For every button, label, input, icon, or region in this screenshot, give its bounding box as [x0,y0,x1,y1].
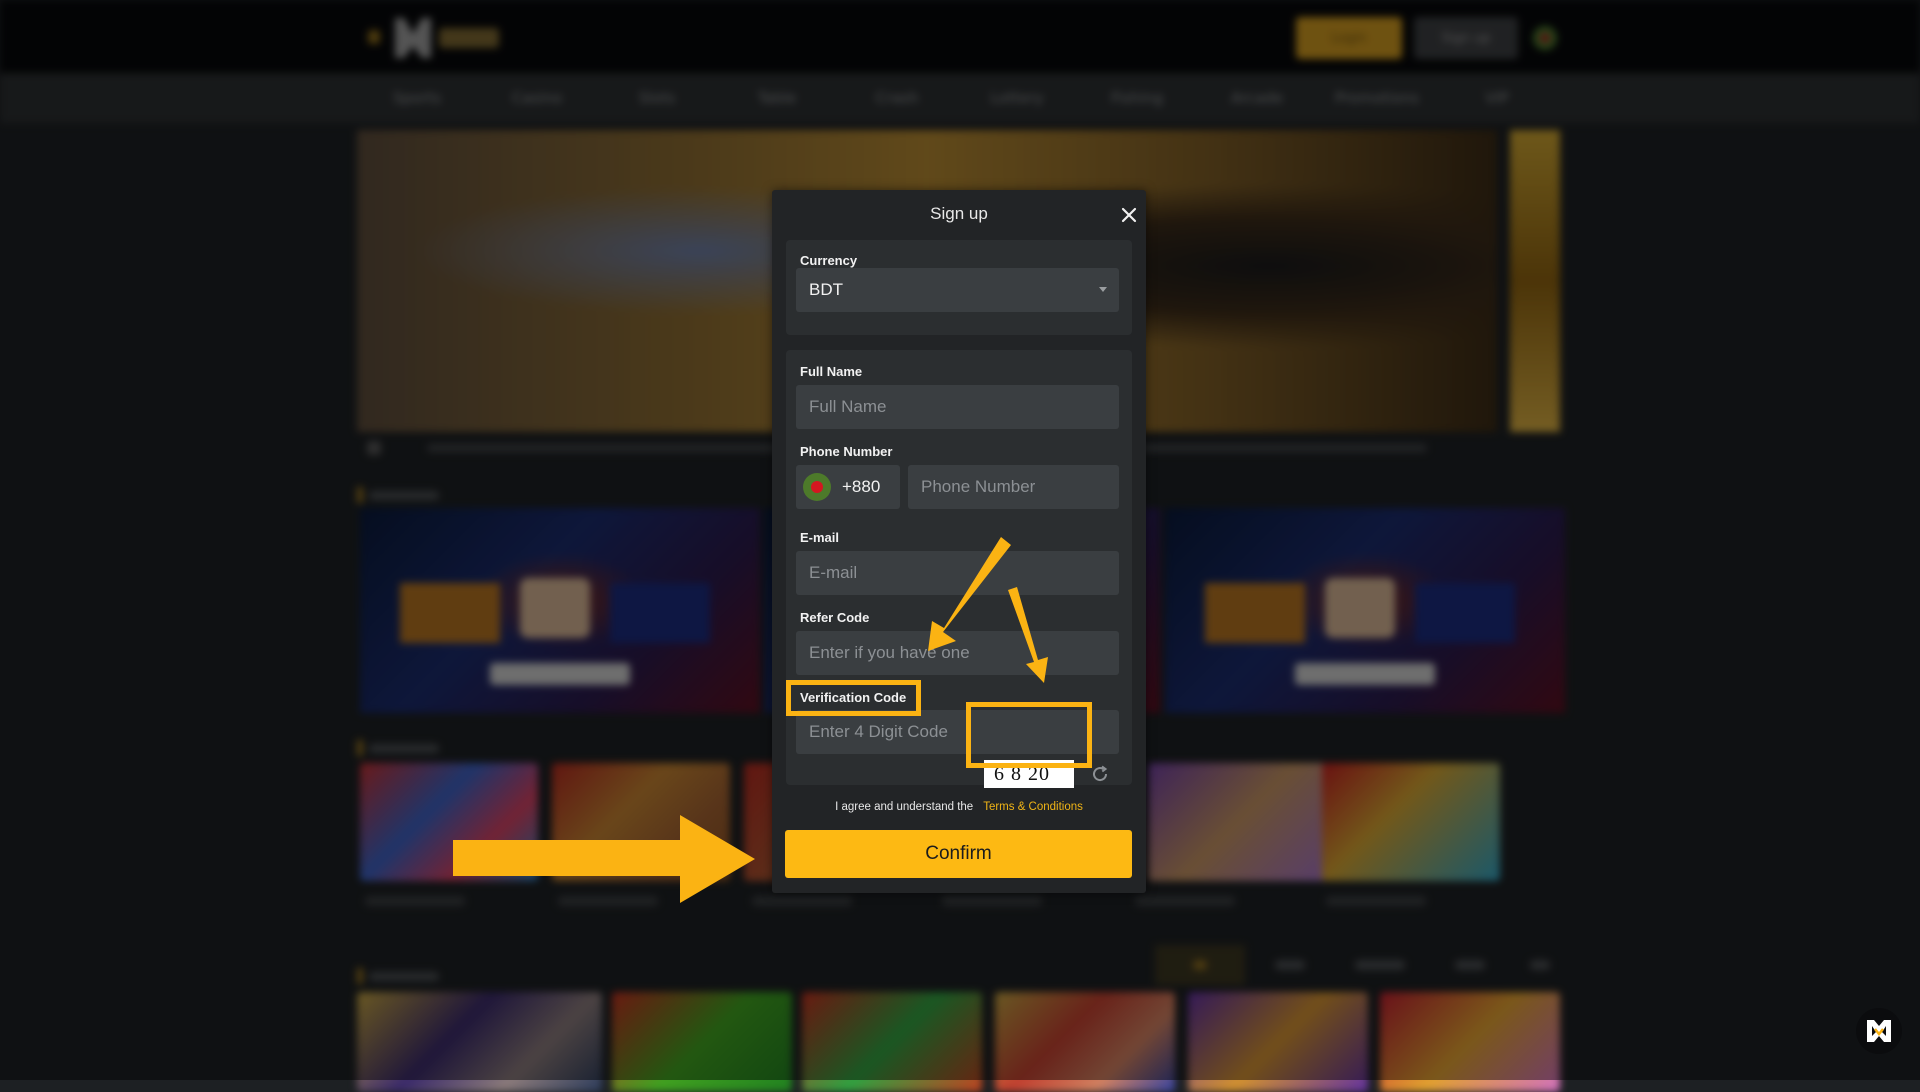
terms-link[interactable]: Terms & Conditions [983,801,1083,813]
currency-value: BDT [809,280,843,300]
signup-modal: Sign up Currency BDT Full Name Phone Num… [772,190,1146,893]
captcha-image: 6 8 20 [984,760,1074,788]
bangladesh-flag-icon [803,473,831,501]
chevron-down-icon [1099,287,1107,292]
country-code-select[interactable]: +880 [796,465,900,509]
refresh-icon [1090,764,1110,784]
confirm-button[interactable]: Confirm [785,830,1132,878]
brand-watermark [1856,1008,1902,1054]
phone-label: Phone Number [800,444,892,459]
email-input[interactable] [796,551,1119,595]
verification-code-input[interactable] [796,710,1119,754]
modal-title: Sign up [772,204,1146,224]
country-code-value: +880 [842,477,880,497]
verification-code-label: Verification Code [800,690,906,705]
refer-code-input[interactable] [796,631,1119,675]
phone-number-input[interactable] [908,465,1119,509]
terms-agreement: I agree and understand the Terms & Condit… [772,801,1146,813]
brand-logo-icon [1865,1018,1893,1044]
terms-text: I agree and understand the [835,801,973,813]
refresh-captcha-button[interactable] [1090,764,1110,784]
currency-select[interactable]: BDT [796,268,1119,312]
full-name-input[interactable] [796,385,1119,429]
close-button[interactable] [1118,204,1140,226]
account-details-section: Full Name Phone Number +880 E-mail Refer… [786,350,1132,785]
refer-code-label: Refer Code [800,610,869,625]
currency-label: Currency [800,253,857,268]
close-icon [1118,204,1140,226]
full-name-label: Full Name [800,364,862,379]
currency-section: Currency BDT [786,240,1132,335]
email-label: E-mail [800,530,839,545]
